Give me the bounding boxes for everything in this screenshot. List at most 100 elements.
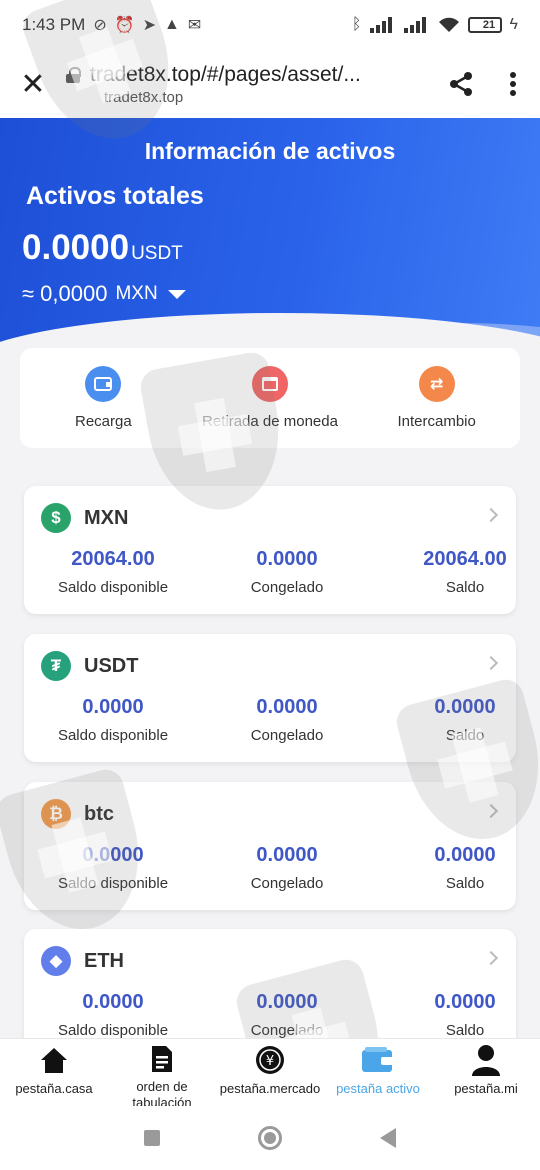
recharge-button[interactable]: Recarga [20, 348, 187, 448]
home-icon [39, 1045, 69, 1075]
withdraw-button[interactable]: Retirada de moneda [187, 348, 354, 448]
total-amount-value: 0.0000 [22, 228, 130, 267]
exchange-label: Intercambio [397, 413, 476, 430]
withdraw-icon [252, 366, 288, 402]
total-assets-label: Activos totales [26, 182, 204, 210]
more-options-button[interactable] [486, 50, 540, 118]
frozen-label: Congelado [250, 727, 324, 744]
tab-assets-label: pestaña activo [336, 1081, 420, 1096]
tether-icon: ₮ [41, 651, 71, 681]
address-bar[interactable]: tradet8x.top/#/pages/asset/... tradet8x.… [66, 63, 436, 106]
quick-actions: Recarga Retirada de moneda ⇄ Intercambio [20, 348, 520, 448]
available-value: 0.0000 [82, 844, 144, 866]
wifi-icon [438, 17, 459, 32]
svg-text:¥: ¥ [266, 1054, 274, 1069]
telegram-icon: ➤ [142, 17, 157, 34]
app-icon: ▲ [164, 16, 180, 33]
recent-apps-button[interactable] [144, 1130, 160, 1146]
asset-card-mxn[interactable]: $ MXN 20064.00 Saldo disponible 0.0000 Con… [24, 486, 516, 614]
wallet-icon [361, 1045, 395, 1075]
balance-label: Saldo [445, 1022, 485, 1039]
share-icon [450, 72, 472, 96]
charging-icon: ϟ [509, 16, 518, 33]
chevron-right-icon [483, 950, 499, 966]
available-label: Saldo disponible [57, 727, 169, 744]
tab-home[interactable]: pestaña.casa [0, 1039, 108, 1106]
recharge-label: Recarga [74, 413, 132, 430]
frozen-value: 0.0000 [256, 696, 318, 718]
tab-market[interactable]: ¥ pestaña.mercado [216, 1039, 324, 1106]
bottom-nav: pestaña.casa orden de tabulación ¥ pesta… [0, 1038, 540, 1110]
balance-value: 0.0000 [434, 991, 496, 1013]
battery-icon: 21 [467, 17, 502, 33]
asset-card-btc[interactable]: ₿ btc 0.0000 Saldo disponible 0.0000 Conge… [24, 782, 516, 910]
exchange-icon: ⇄ [418, 366, 455, 402]
exchange-button[interactable]: ⇄ Intercambio [353, 348, 520, 448]
url-text: tradet8x.top/#/pages/asset/... [90, 62, 361, 86]
bitcoin-icon: ₿ [41, 799, 71, 829]
total-amount-unit: USDT [131, 243, 183, 264]
asset-card-usdt[interactable]: ₮ USDT 0.0000 Saldo disponible 0.0000 Cong… [24, 634, 516, 762]
url-host: tradet8x.top [104, 88, 184, 106]
available-label: Saldo disponible [57, 1022, 169, 1039]
chevron-right-icon [483, 803, 499, 819]
browser-bar: ✕ tradet8x.top/#/pages/asset/... tradet8… [0, 50, 540, 118]
asset-name: btc [84, 802, 114, 825]
tab-me[interactable]: pestaña.mi [432, 1039, 540, 1106]
frozen-label: Congelado [250, 1022, 324, 1039]
page-title: Información de activos [144, 138, 396, 164]
balance-value: 20064.00 [423, 548, 507, 570]
caret-down-icon [167, 289, 186, 299]
status-bar: 1:43 PM ⊘ ⏰ ➤ ▲ ✉ ᛒ 21 ϟ [0, 0, 540, 50]
frozen-label: Congelado [250, 579, 324, 596]
ethereum-icon: ◆ [41, 946, 71, 976]
tab-me-label: pestaña.mi [454, 1081, 518, 1096]
fiat-currency-selector[interactable]: ≈ 0,0000 MXN [22, 281, 186, 307]
back-button[interactable] [380, 1128, 396, 1148]
status-time: 1:43 PM [22, 15, 86, 34]
lock-icon [66, 66, 81, 83]
frozen-value: 0.0000 [256, 844, 318, 866]
fiat-amount: ≈ 0,0000 [22, 281, 108, 306]
total-assets-amount: 0.0000 USDT [22, 228, 183, 268]
chevron-right-icon [483, 655, 499, 671]
wallet-icon [85, 366, 122, 402]
market-icon: ¥ [255, 1045, 285, 1075]
frozen-value: 0.0000 [256, 991, 318, 1013]
asset-name: USDT [84, 654, 139, 677]
close-button[interactable]: ✕ [0, 50, 66, 118]
tab-home-label: pestaña.casa [15, 1081, 93, 1096]
balance-label: Saldo [445, 727, 485, 744]
chevron-right-icon [483, 507, 499, 523]
document-icon [150, 1045, 174, 1073]
mute-icon: ⊘ [93, 17, 107, 34]
asset-header: Información de activos Activos totales 0… [0, 118, 540, 370]
available-label: Saldo disponible [57, 579, 169, 596]
tab-assets[interactable]: pestaña activo [324, 1039, 432, 1106]
more-vertical-icon [510, 72, 516, 96]
available-value: 0.0000 [82, 991, 144, 1013]
signal-icon-2 [403, 17, 426, 33]
system-nav-bar [0, 1106, 540, 1170]
notification-icon: ✉ [187, 17, 202, 34]
balance-label: Saldo [445, 579, 485, 596]
asset-name: MXN [84, 506, 129, 529]
frozen-value: 0.0000 [256, 548, 318, 570]
balance-label: Saldo [445, 875, 485, 892]
battery-level: 21 [482, 19, 496, 31]
tab-orders[interactable]: orden de tabulación [108, 1039, 216, 1110]
balance-value: 0.0000 [434, 844, 496, 866]
signal-icon [369, 17, 392, 33]
available-value: 0.0000 [82, 696, 144, 718]
available-label: Saldo disponible [57, 875, 169, 892]
withdraw-label: Retirada de moneda [202, 413, 338, 430]
balance-value: 0.0000 [434, 696, 496, 718]
available-value: 20064.00 [71, 548, 155, 570]
frozen-label: Congelado [250, 875, 324, 892]
home-button[interactable] [258, 1126, 282, 1150]
user-icon [471, 1045, 501, 1076]
asset-name: ETH [84, 949, 124, 972]
dollar-icon: $ [41, 503, 71, 533]
tab-market-label: pestaña.mercado [219, 1081, 321, 1096]
share-button[interactable] [436, 50, 486, 118]
